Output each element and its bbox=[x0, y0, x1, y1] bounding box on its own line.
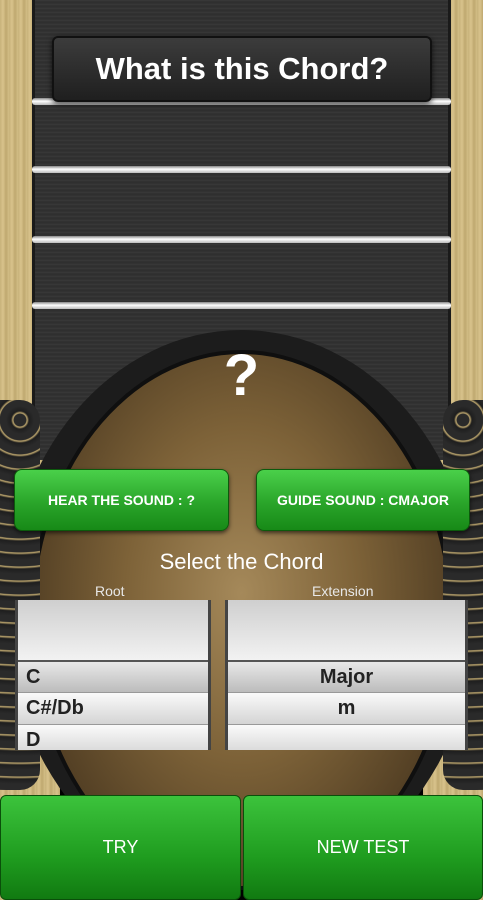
root-option-d[interactable]: D bbox=[18, 724, 208, 750]
root-option-c-sharp[interactable]: C#/Db bbox=[18, 692, 208, 724]
root-column-label: Root bbox=[95, 583, 125, 599]
picker-spacer bbox=[18, 600, 208, 660]
fret-3 bbox=[32, 236, 451, 243]
root-option-c[interactable]: C bbox=[18, 660, 208, 692]
extension-option-blank bbox=[228, 724, 465, 750]
picker-spacer bbox=[228, 600, 465, 660]
page-title: What is this Chord? bbox=[95, 51, 389, 86]
unknown-chord-mark: ? bbox=[223, 343, 260, 408]
fret-2 bbox=[32, 166, 451, 173]
root-picker[interactable]: C C#/Db D bbox=[15, 600, 211, 750]
new-test-button[interactable]: NEW TEST bbox=[243, 795, 483, 900]
title-banner: What is this Chord? bbox=[52, 36, 432, 102]
select-chord-title: Select the Chord bbox=[159, 549, 324, 574]
extension-option-minor[interactable]: m bbox=[228, 692, 465, 724]
try-button[interactable]: TRY bbox=[0, 795, 241, 900]
extension-option-major[interactable]: Major bbox=[228, 660, 465, 692]
extension-column-label: Extension bbox=[312, 583, 374, 599]
guide-sound-button[interactable]: GUIDE SOUND : CMAJOR bbox=[256, 469, 470, 531]
extension-picker[interactable]: Major m bbox=[225, 600, 468, 750]
hear-sound-button[interactable]: HEAR THE SOUND : ? bbox=[14, 469, 229, 531]
fret-4 bbox=[32, 302, 451, 309]
